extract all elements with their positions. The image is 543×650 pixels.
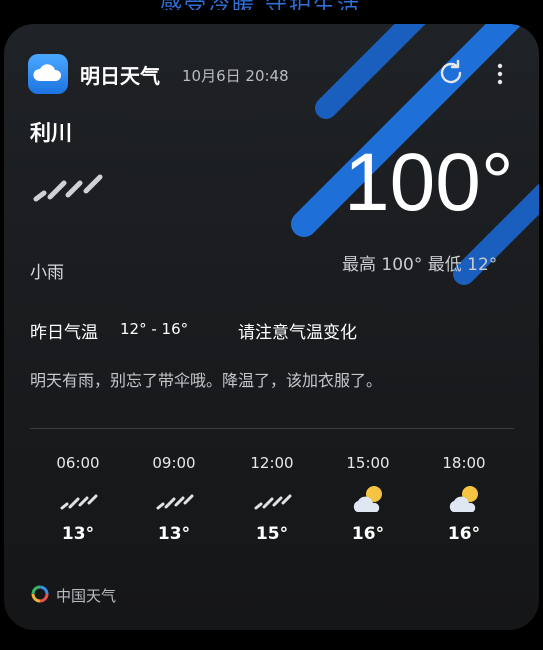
yesterday-temp-range: 12° - 16° [120, 320, 189, 338]
hour-time: 06:00 [56, 454, 100, 472]
hourly-item: 15:00 16° [328, 452, 408, 544]
hour-time: 15:00 [346, 454, 390, 472]
current-temperature: 100° [344, 137, 514, 228]
hourly-item: 09:00 13° [134, 452, 214, 544]
hour-time: 09:00 [152, 454, 196, 472]
hourly-item: 12:00 15° [232, 452, 312, 544]
weather-widget-card[interactable]: 明日天气 10月6日 20:48 利川 小雨 100° 最高 100° 最低 1… [4, 24, 539, 630]
yesterday-temp-label: 昨日气温 [30, 323, 98, 343]
high-low-temperature: 最高 100° 最低 12° [342, 255, 498, 275]
refresh-icon[interactable] [436, 58, 466, 88]
hourly-forecast: 06:00 13° 09:00 13° 12:00 15° 15:00 16° … [30, 452, 514, 562]
hourly-item: 06:00 13° [38, 452, 118, 544]
hour-time: 12:00 [250, 454, 294, 472]
top-banner-label: 感受冷暖 守护生活 [160, 0, 361, 10]
hour-temperature: 15° [255, 524, 289, 544]
top-banner-text: 感受冷暖 守护生活 [0, 0, 543, 10]
hourly-item: 18:00 16° [424, 452, 504, 544]
app-name: 明日天气 [80, 64, 160, 88]
temperature-change-notice: 请注意气温变化 [238, 323, 357, 343]
partly-cloudy-icon [353, 486, 382, 512]
weather-condition: 小雨 [30, 263, 64, 283]
city-name: 利川 [30, 121, 72, 145]
update-time: 10月6日 20:48 [182, 67, 289, 85]
hour-temperature: 16° [447, 524, 481, 544]
weather-advice: 明天有雨，别忘了带伞哦。降温了，该加衣服了。 [30, 371, 383, 390]
light-rain-icon [254, 494, 292, 510]
hour-temperature: 13° [61, 524, 95, 544]
partly-cloudy-icon [449, 486, 478, 512]
brand-name: 中国天气 [56, 587, 117, 605]
hour-temperature: 16° [351, 524, 385, 544]
more-vertical-icon[interactable] [492, 60, 508, 90]
light-rain-icon [60, 494, 98, 510]
app-logo-icon [28, 54, 68, 94]
weather-china-logo-icon [31, 585, 49, 603]
divider [30, 428, 514, 429]
hour-temperature: 13° [157, 524, 191, 544]
light-rain-icon [156, 494, 194, 510]
light-rain-icon [30, 169, 106, 205]
hour-time: 18:00 [442, 454, 486, 472]
